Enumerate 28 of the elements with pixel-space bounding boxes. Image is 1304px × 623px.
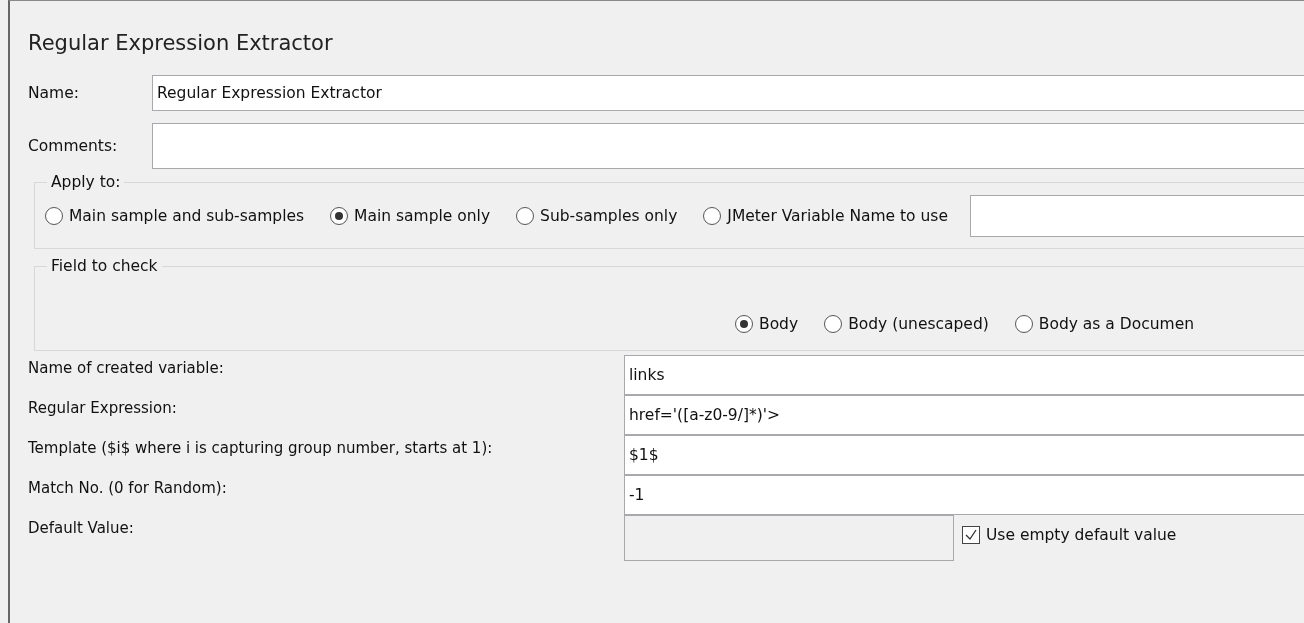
radio-button[interactable]	[824, 315, 843, 333]
radio-button[interactable]	[516, 207, 535, 225]
radio-button[interactable]	[330, 207, 349, 225]
name-label: Name:	[28, 84, 80, 102]
name-field[interactable]: Regular Expression Extractor	[152, 75, 1304, 111]
radio-button[interactable]	[45, 207, 63, 225]
comments-label: Comments:	[28, 137, 119, 155]
radio-button[interactable]	[1014, 315, 1033, 333]
check-icon	[964, 528, 978, 542]
comments-field[interactable]	[152, 123, 1304, 169]
checkbox[interactable]	[962, 526, 980, 544]
setting-field[interactable]: href='([a-z0-9/]*)'>	[624, 395, 1304, 435]
radio-label: Body	[759, 315, 799, 333]
variable-name-field[interactable]	[969, 195, 1304, 237]
setting-label: Template ($i$ where i is capturing group number, starts at 1):	[28, 438, 494, 457]
setting-label: Match No. (0 for Random):	[28, 478, 228, 497]
setting-field[interactable]: -1	[624, 475, 1304, 515]
radio-button[interactable]	[703, 207, 722, 225]
setting-label: Regular Expression:	[28, 398, 178, 417]
panel-title: Regular Expression Extractor	[28, 31, 334, 57]
setting-field[interactable]: links	[624, 355, 1304, 395]
setting-field[interactable]: $1$	[624, 435, 1304, 475]
group-legend: Apply to:	[47, 173, 125, 191]
setting-label: Default Value:	[28, 518, 135, 537]
group-legend: Field to check	[47, 257, 162, 275]
setting-label: Name of created variable:	[28, 358, 225, 377]
radio-option[interactable]: Body	[735, 315, 799, 333]
radio-button[interactable]	[735, 315, 753, 333]
